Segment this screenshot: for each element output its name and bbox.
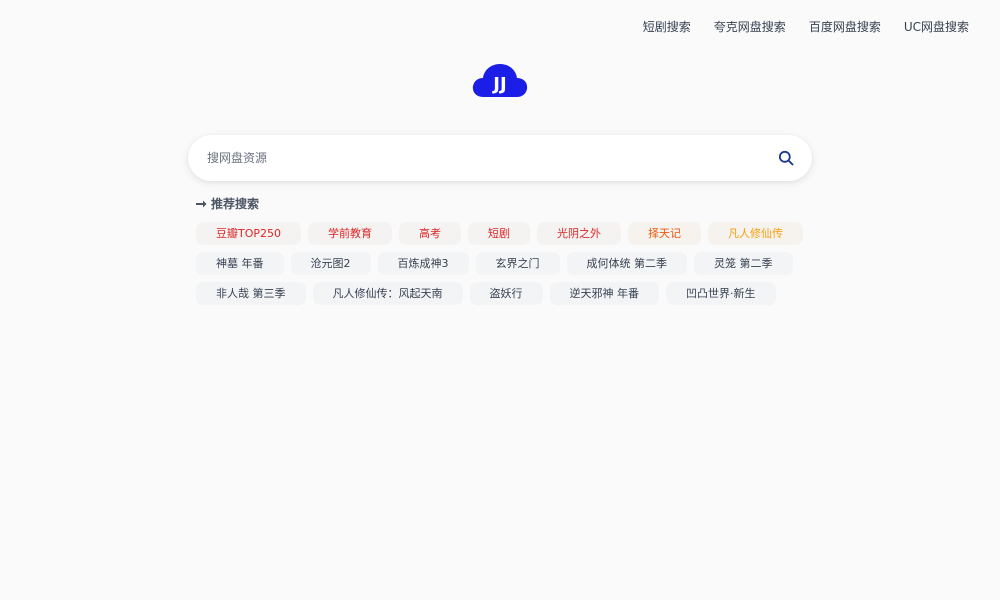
recommend-tag[interactable]: 逆天邪神 年番 [549,282,659,305]
search-button[interactable] [776,148,796,168]
recommend-tag[interactable]: 灵笼 第二季 [694,252,793,275]
logo-text: JJ [491,74,506,95]
nav-link-baidu[interactable]: 百度网盘搜索 [809,18,881,35]
recommend-tag[interactable]: 豆瓣TOP250 [196,222,302,245]
nav-link-uc[interactable]: UC网盘搜索 [904,18,969,35]
recommend-tag[interactable]: 百炼成神3 [377,252,469,275]
recommend-tag[interactable]: 神墓 年番 [196,252,284,275]
search-bar [188,134,812,182]
recommend-tag[interactable]: 凡人修仙传 [708,222,804,245]
recommend-heading: 推荐搜索 [196,195,259,212]
search-icon [778,150,794,166]
recommend-tag[interactable]: 凹凸世界·新生 [666,282,776,305]
arrow-right-icon [196,200,207,207]
top-nav: 短剧搜索 夸克网盘搜索 百度网盘搜索 UC网盘搜索 [620,0,1000,52]
recommend-tag[interactable]: 学前教育 [308,222,393,245]
tag-row: 豆瓣TOP250 学前教育 高考 短剧 光阴之外 择天记 凡人修仙传 [196,222,816,245]
nav-link-quark[interactable]: 夸克网盘搜索 [714,18,786,35]
logo-cloud-icon[interactable]: JJ [471,62,529,100]
recommend-tag[interactable]: 成何体统 第二季 [566,252,687,275]
recommend-tag[interactable]: 玄界之门 [475,252,560,275]
search-input[interactable] [188,134,776,182]
nav-link-short-drama[interactable]: 短剧搜索 [643,18,691,35]
recommend-tag[interactable]: 凡人修仙传：风起天南 [312,282,463,305]
tag-row: 非人哉 第三季 凡人修仙传：风起天南 盗妖行 逆天邪神 年番 凹凸世界·新生 [196,282,816,305]
recommend-tags: 豆瓣TOP250 学前教育 高考 短剧 光阴之外 择天记 凡人修仙传神墓 年番 沧元图2 百炼成… [196,222,816,312]
recommend-title: 推荐搜索 [211,197,260,211]
recommend-tag[interactable]: 短剧 [468,222,531,245]
tag-row: 神墓 年番 沧元图2 百炼成神3 玄界之门 成何体统 第二季 灵笼 第二季 [196,252,816,275]
recommend-tag[interactable]: 盗妖行 [469,282,543,305]
recommend-tag[interactable]: 光阴之外 [537,222,622,245]
recommend-tag[interactable]: 高考 [399,222,462,245]
recommend-tag[interactable]: 沧元图2 [290,252,371,275]
recommend-tag[interactable]: 非人哉 第三季 [196,282,306,305]
recommend-tag[interactable]: 择天记 [628,222,702,245]
